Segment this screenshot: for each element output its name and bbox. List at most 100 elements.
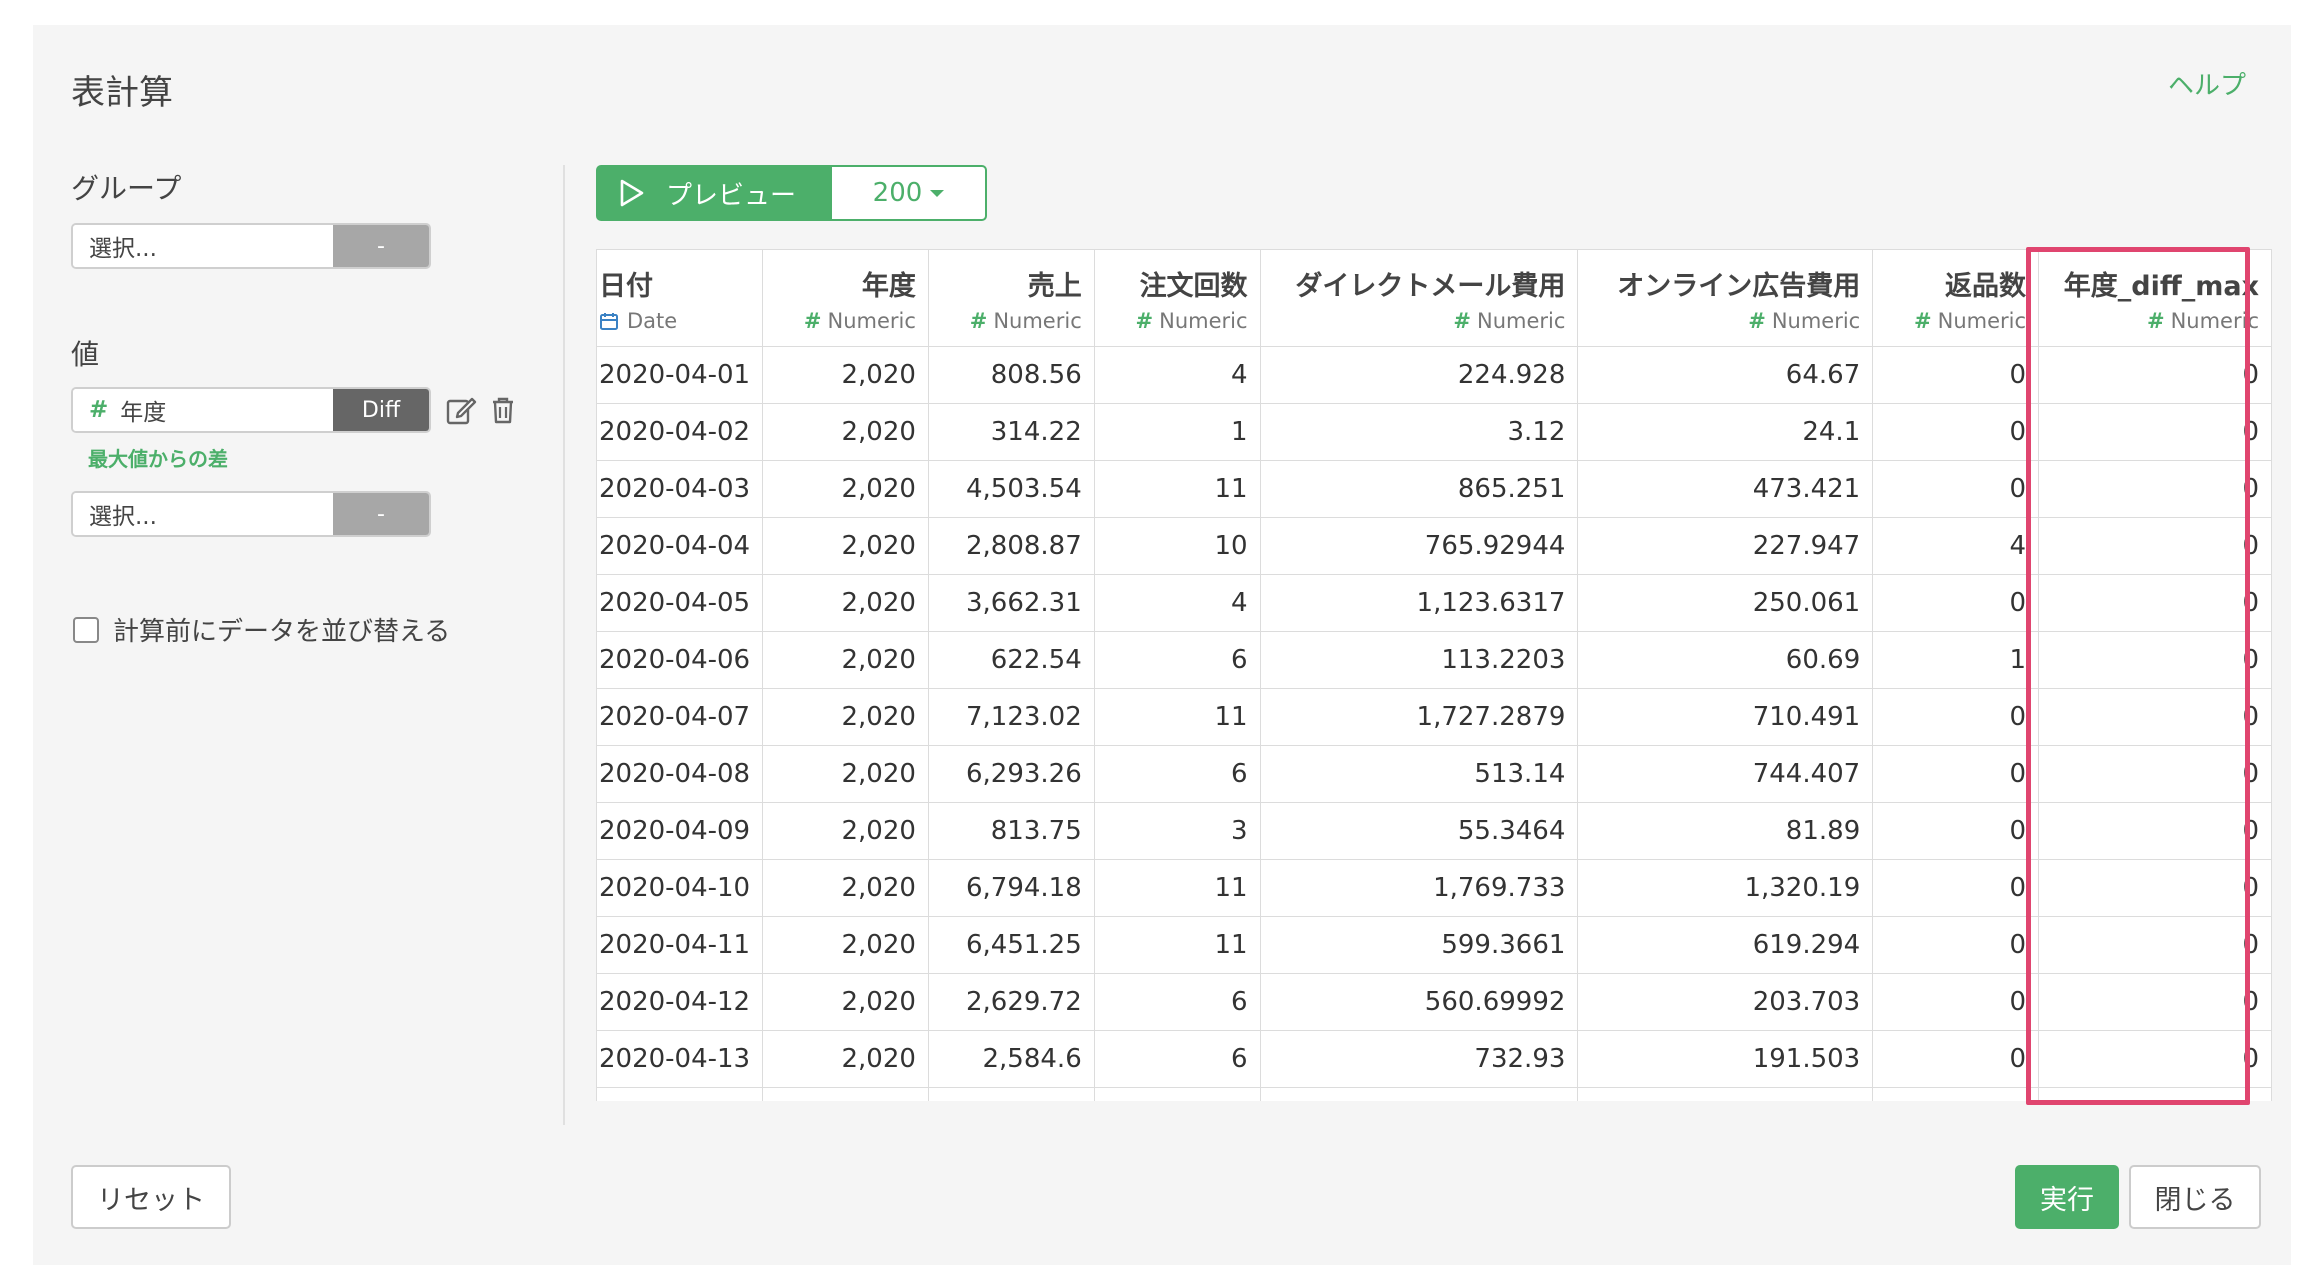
table-cell: 0 [2038,574,2272,632]
table-cell: 865.251 [1259,460,1579,518]
close-button[interactable]: 閉じる [2129,1165,2261,1229]
table-cell: 6,794.18 [927,859,1095,917]
table-cell: 744.407 [1577,745,1874,803]
preview-table[interactable]: 日付 Date 年度 # Numeric 売上 # Numeric 注文回数 # Numeric ダイ… [596,249,2272,1101]
table-row: 2020-04-13 2,020 2,584.6 6 732.93 191.503 0 0 [596,1030,2272,1088]
table-cell: 0 [1872,460,2040,518]
table-cell: 0 [2038,916,2272,974]
table-cell: 2020-04-03 [596,460,764,518]
table-cell: 24.1 [1577,403,1874,461]
data-table: 日付 Date 年度 # Numeric 売上 # Numeric 注文回数 # Numeric ダイ… [596,249,2272,1101]
column-header[interactable]: ダイレクトメール費用 # Numeric [1259,249,1579,347]
column-type-label: Numeric [1476,308,1566,333]
row-count-select[interactable]: 200 [830,165,987,221]
table-cell: 2,020 [762,1030,929,1088]
table-row: 2020-04-10 2,020 6,794.18 11 1,769.733 1,320.… [596,859,2272,917]
table-cell: 0 [1872,973,2040,1031]
value-field-select[interactable]: # 年度 Diff [71,387,431,433]
sort-checkbox[interactable] [73,616,99,643]
table-cell: 6 [1093,1030,1261,1088]
table-cell: 0 [2038,346,2272,404]
table-cell: 0 [1872,403,2040,461]
column-type: # Numeric [1590,309,1860,333]
table-cell: 7,123.02 [927,688,1095,746]
table-cell: 1 [1093,403,1261,461]
caret-down-icon [930,189,945,197]
table-cell: 560.69992 [1259,973,1579,1031]
column-name: 年度 [861,270,916,302]
table-cell: 2,020 [762,517,929,575]
group-select-button[interactable]: - [333,225,429,267]
column-header[interactable]: 返品数 # Numeric [1872,249,2040,347]
column-type-label: Numeric [1937,308,2027,333]
table-cell: 2,629.72 [927,973,1095,1031]
column-header[interactable]: 売上 # Numeric [927,249,1095,347]
column-header[interactable]: オンライン広告費用 # Numeric [1577,249,1874,347]
table-cell: 1,123.6317 [1259,574,1579,632]
dialog-title: 表計算 [71,73,173,113]
table-cell: 0 [2038,688,2272,746]
table-cell: 191.503 [1577,1030,1874,1088]
column-header[interactable]: 日付 Date [596,249,764,347]
column-type: # Numeric [1107,309,1248,333]
column-type-label: Numeric [1159,308,1248,333]
table-cell: 1,204.3518 [1259,1087,1579,1101]
table-cell: 765.92944 [1259,517,1579,575]
table-cell: 2,020 [762,631,929,689]
table-cell: 314.22 [927,403,1095,461]
value-select-2-button[interactable]: - [333,493,429,535]
column-name: オンライン広告費用 [1617,270,1861,302]
column-header[interactable]: 年度 # Numeric [762,249,929,347]
table-row: 2020-04-08 2,020 6,293.26 6 513.14 744.407 0 0 [596,745,2272,803]
diff-button[interactable]: Diff [333,389,429,431]
table-cell: 2,808.87 [927,517,1095,575]
group-select-placeholder[interactable]: 選択... [73,225,333,267]
table-cell: 11 [1093,859,1261,917]
table-cell: 2020-04-14 [596,1087,764,1101]
table-cell: 0 [2038,745,2272,803]
column-type-label: Numeric [2170,308,2259,333]
table-row: 2020-04-05 2,020 3,662.31 4 1,123.6317 250.06… [596,574,2272,632]
table-cell: 808.56 [927,346,1095,404]
table-row: 2020-04-09 2,020 813.75 3 55.3464 81.89 0 0 [596,802,2272,860]
table-cell: 2020-04-05 [596,574,764,632]
calendar-icon [600,312,618,330]
table-cell: 813.75 [927,802,1095,860]
table-cell: 1 [1872,631,2040,689]
table-cell: 2,020 [762,403,929,461]
panel-divider [563,165,565,1125]
table-cell: 6 [1093,973,1261,1031]
table-row: 2020-04-04 2,020 2,808.87 10 765.92944 227.94… [596,517,2272,575]
column-name: ダイレクトメール費用 [1295,270,1566,302]
table-cell: 0 [2038,460,2272,518]
value-select-2-placeholder[interactable]: 選択... [73,493,333,535]
column-header[interactable]: 年度_diff_max # Numeric [2038,249,2272,347]
column-header[interactable]: 注文回数 # Numeric [1093,249,1261,347]
help-link[interactable]: ヘルプ [2168,65,2246,102]
table-cell: 2,020 [762,460,929,518]
table-cell: 6,451.25 [927,916,1095,974]
table-row: 2020-04-06 2,020 622.54 6 113.2203 60.69 1 0 [596,631,2272,689]
edit-icon[interactable] [444,393,478,427]
sort-checkbox-label[interactable]: 計算前にデータを並び替える [113,611,450,648]
table-cell: 4 [1093,346,1261,404]
table-row: 2020-04-07 2,020 7,123.02 11 1,727.2879 710.4… [596,688,2272,746]
table-cell: 55.3464 [1259,802,1579,860]
table-cell: 3.12 [1259,403,1579,461]
preview-button[interactable]: プレビュー [596,165,830,221]
table-cell: 6,293.26 [927,745,1095,803]
run-button[interactable]: 実行 [2015,1165,2119,1229]
group-select[interactable]: 選択... - [71,223,431,269]
sort-option[interactable]: 計算前にデータを並び替える [73,611,450,648]
value-select-2[interactable]: 選択... - [71,491,431,537]
table-cell: 2020-04-12 [596,973,764,1031]
table-cell: 599.3661 [1259,916,1579,974]
table-cell: 227.947 [1577,517,1874,575]
table-cell: 2,020 [762,745,929,803]
trash-icon[interactable] [486,393,520,427]
table-cell: 81.89 [1577,802,1874,860]
reset-button[interactable]: リセット [71,1165,231,1229]
value-field[interactable]: # 年度 [73,389,333,431]
column-type: Date [599,309,750,333]
table-cell: 2,020 [762,1087,929,1101]
